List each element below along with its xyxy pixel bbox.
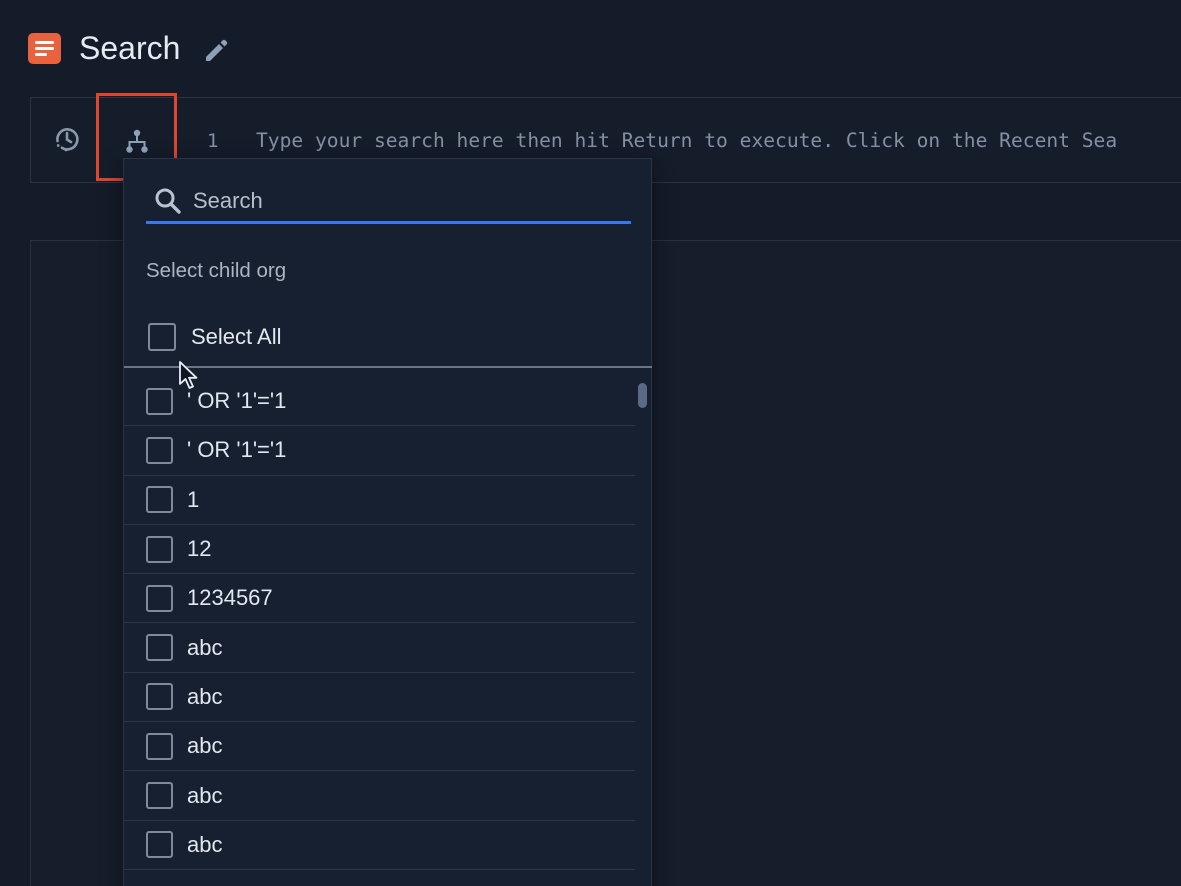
mouse-cursor-icon	[179, 361, 198, 389]
recent-searches-icon[interactable]	[53, 125, 81, 153]
item-checkbox[interactable]	[146, 535, 173, 563]
query-input[interactable]: Type your search here then hit Return to…	[256, 129, 1117, 152]
search-page: Search 1 Type your search here then hit …	[0, 0, 1181, 886]
list-item[interactable]: abc	[124, 722, 635, 772]
select-all-checkbox[interactable]	[148, 323, 176, 351]
section-label: Select child org	[146, 259, 287, 282]
item-checkbox[interactable]	[146, 683, 173, 711]
list-item[interactable]: ' OR '1'='1	[124, 426, 635, 476]
list-item[interactable]: abc	[124, 623, 635, 673]
list-item[interactable]: abc	[124, 821, 635, 870]
item-label: ' OR '1'='1	[187, 437, 287, 463]
item-label: abc	[187, 782, 223, 808]
item-label: 1	[187, 486, 200, 512]
org-hierarchy-icon	[126, 129, 148, 153]
list-item[interactable]: ' OR '1'='1	[124, 377, 635, 427]
search-input[interactable]	[193, 183, 613, 219]
item-checkbox[interactable]	[146, 584, 173, 612]
list-item[interactable]: abc	[124, 673, 635, 723]
item-checkbox[interactable]	[146, 436, 173, 464]
item-label: abc	[187, 831, 223, 857]
search-app-icon	[28, 33, 61, 64]
item-label: abc	[187, 733, 223, 759]
item-checkbox[interactable]	[146, 634, 173, 662]
page-header: Search	[0, 0, 1181, 96]
child-org-list: ' OR '1'='1 ' OR '1'='1 1 12 1234567 abc	[124, 377, 635, 870]
pencil-icon[interactable]	[200, 35, 230, 65]
item-label: 1234567	[187, 585, 273, 611]
list-item[interactable]: 1	[124, 476, 635, 525]
item-checkbox[interactable]	[146, 831, 173, 859]
item-checkbox[interactable]	[146, 782, 173, 810]
search-icon	[155, 188, 181, 214]
select-all-label: Select All	[191, 324, 282, 349]
list-item[interactable]: abc	[124, 771, 635, 821]
list-item[interactable]: 1234567	[124, 574, 635, 624]
child-org-dropdown: Select child org Select All ' OR '1'='1 …	[123, 158, 652, 886]
item-label: abc	[187, 634, 223, 660]
item-label: ' OR '1'='1	[187, 388, 287, 414]
divider	[124, 366, 652, 368]
item-checkbox[interactable]	[146, 486, 173, 514]
list-item[interactable]: 12	[124, 525, 635, 575]
line-number: 1	[207, 130, 219, 152]
item-label: 12	[187, 536, 212, 562]
select-all-option[interactable]: Select All	[148, 321, 282, 353]
page-title: Search	[79, 30, 181, 66]
dropdown-search	[146, 179, 631, 224]
item-checkbox[interactable]	[146, 732, 173, 760]
item-label: abc	[187, 683, 223, 709]
item-checkbox[interactable]	[146, 387, 173, 415]
scrollbar[interactable]	[638, 383, 647, 408]
